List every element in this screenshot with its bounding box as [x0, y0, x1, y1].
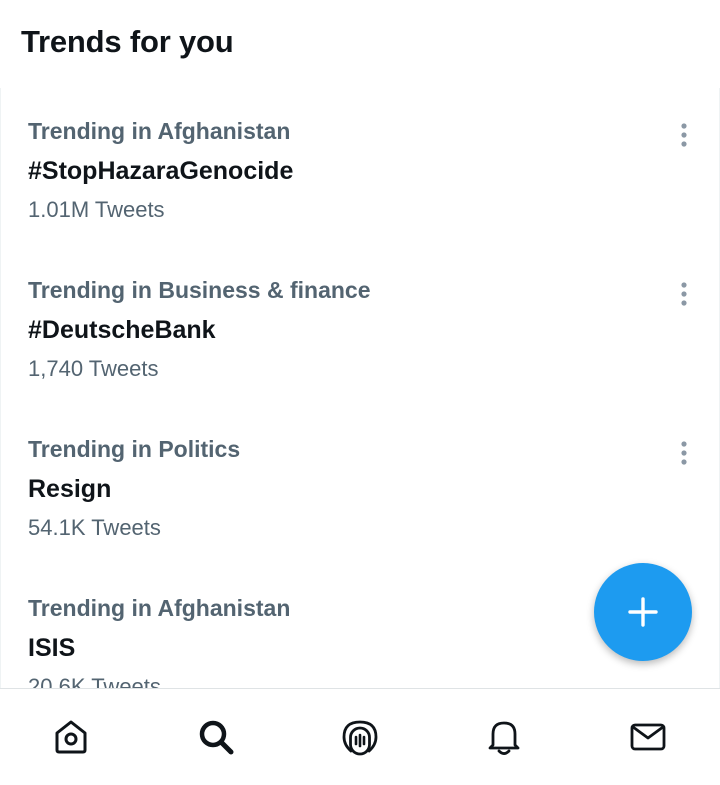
more-options-button[interactable] — [669, 436, 699, 470]
trend-item[interactable]: Trending in Business & finance #Deutsche… — [1, 259, 719, 418]
page-title: Trends for you — [21, 24, 234, 59]
trend-tweet-count: 20.6K Tweets — [28, 674, 161, 688]
search-icon — [199, 720, 234, 755]
spaces-icon — [342, 720, 378, 756]
nav-messages-tab[interactable] — [608, 689, 688, 785]
nav-notifications-tab[interactable] — [464, 689, 544, 785]
bottom-navigation-bar — [0, 688, 720, 785]
plus-icon — [628, 597, 658, 627]
trend-context: Trending in Business & finance — [28, 277, 371, 303]
trend-name: #DeutscheBank — [28, 316, 216, 344]
trend-tweet-count: 1.01M Tweets — [28, 197, 165, 222]
trend-context: Trending in Afghanistan — [28, 118, 291, 144]
nav-search-tab[interactable] — [176, 689, 256, 785]
trend-context: Trending in Politics — [28, 436, 241, 462]
trend-tweet-count: 54.1K Tweets — [28, 515, 161, 540]
more-vertical-icon — [681, 441, 687, 465]
bell-icon — [488, 721, 520, 755]
home-icon — [55, 720, 87, 754]
more-vertical-icon — [681, 123, 687, 147]
mail-icon — [630, 723, 666, 751]
compose-tweet-button[interactable] — [594, 563, 692, 661]
trend-name: Resign — [28, 475, 112, 503]
trend-context: Trending in Afghanistan — [28, 595, 291, 621]
more-options-button[interactable] — [669, 118, 699, 152]
trend-item[interactable]: Trending in Afghanistan #StopHazaraGenoc… — [1, 100, 719, 259]
more-vertical-icon — [681, 282, 687, 306]
page-header: Trends for you — [0, 0, 720, 90]
nav-spaces-tab[interactable] — [320, 689, 400, 785]
trend-name: ISIS — [28, 634, 76, 662]
trend-name: #StopHazaraGenocide — [28, 157, 294, 185]
more-options-button[interactable] — [669, 277, 699, 311]
trend-item[interactable]: Trending in Politics Resign 54.1K Tweets — [1, 418, 719, 577]
nav-home-tab[interactable] — [31, 689, 111, 785]
trend-tweet-count: 1,740 Tweets — [28, 356, 159, 381]
